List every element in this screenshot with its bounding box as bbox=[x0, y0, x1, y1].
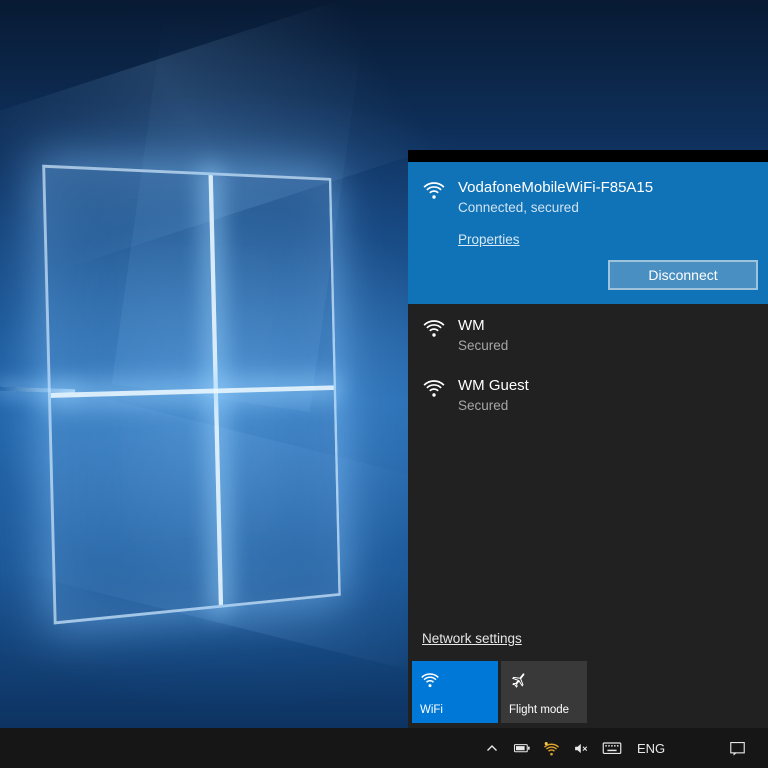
network-item-texts: WM Secured bbox=[458, 315, 508, 353]
network-settings-link[interactable]: Network settings bbox=[422, 631, 522, 646]
windows-logo-art bbox=[42, 165, 341, 625]
network-name: VodafoneMobileWiFi-F85A15 bbox=[458, 178, 653, 197]
network-name: WM Guest bbox=[458, 376, 529, 395]
network-status: Secured bbox=[458, 338, 508, 353]
flight-mode-toggle-button[interactable]: Flight mode bbox=[501, 661, 587, 723]
flight-mode-toggle-label: Flight mode bbox=[509, 704, 569, 716]
keyboard-icon[interactable] bbox=[600, 732, 623, 764]
properties-link[interactable]: Properties bbox=[458, 232, 520, 247]
wifi-icon bbox=[420, 669, 440, 689]
airplane-icon bbox=[509, 669, 529, 689]
language-indicator[interactable]: ENG bbox=[630, 732, 672, 764]
network-item-texts: VodafoneMobileWiFi-F85A15 Connected, sec… bbox=[458, 177, 653, 215]
wifi-icon bbox=[422, 315, 446, 339]
network-status: Connected, secured bbox=[458, 200, 653, 215]
network-item[interactable]: WM Guest Secured bbox=[408, 364, 768, 424]
network-status: Secured bbox=[458, 398, 529, 413]
network-item-texts: WM Guest Secured bbox=[458, 375, 529, 413]
chevron-up-icon[interactable] bbox=[480, 732, 503, 764]
battery-icon[interactable] bbox=[510, 732, 533, 764]
flyout-top-strip bbox=[408, 150, 768, 162]
disconnect-row: Disconnect bbox=[422, 260, 758, 290]
wifi-icon bbox=[422, 177, 446, 201]
action-center-icon[interactable] bbox=[720, 732, 754, 764]
flyout-spacer bbox=[408, 424, 768, 631]
network-flyout: VodafoneMobileWiFi-F85A15 Connected, sec… bbox=[408, 150, 768, 728]
wifi-toggle-label: WiFi bbox=[420, 704, 443, 716]
system-tray: ENG bbox=[480, 728, 672, 768]
network-name: WM bbox=[458, 316, 508, 335]
network-item-connected[interactable]: VodafoneMobileWiFi-F85A15 Connected, sec… bbox=[408, 162, 768, 304]
wifi-icon bbox=[422, 375, 446, 399]
network-list: WM Secured WM Guest Secured bbox=[408, 304, 768, 424]
taskbar: ENG bbox=[0, 728, 768, 768]
wifi-toggle-button[interactable]: WiFi bbox=[412, 661, 498, 723]
wifi-warning-icon[interactable] bbox=[540, 732, 563, 764]
quick-actions: WiFi Flight mode bbox=[408, 661, 768, 728]
disconnect-button[interactable]: Disconnect bbox=[608, 260, 758, 290]
desktop-screen: VodafoneMobileWiFi-F85A15 Connected, sec… bbox=[0, 0, 768, 768]
volume-muted-icon[interactable] bbox=[570, 732, 593, 764]
network-item[interactable]: WM Secured bbox=[408, 304, 768, 364]
